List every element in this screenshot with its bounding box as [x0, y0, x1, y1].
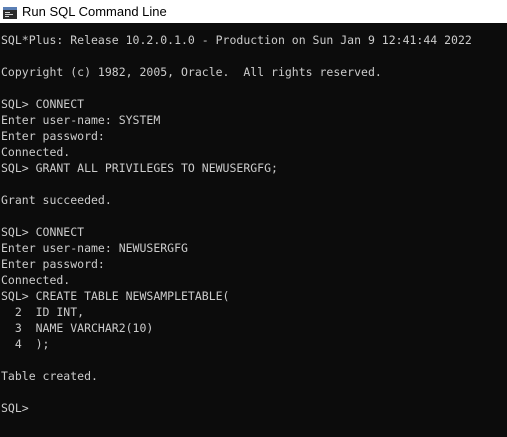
console-line: Enter password:	[1, 257, 105, 271]
title-bar[interactable]: Run SQL Command Line	[0, 0, 507, 23]
console-line: SQL> CONNECT	[1, 225, 85, 239]
console-line: SQL> CONNECT	[1, 97, 85, 111]
console-line: SQL> CREATE TABLE NEWSAMPLETABLE(	[1, 289, 230, 303]
sql-command-line-icon	[3, 6, 17, 19]
console-line: 3 NAME VARCHAR2(10)	[1, 321, 154, 335]
console-line: Connected.	[1, 145, 71, 159]
console-line: Connected.	[1, 273, 71, 287]
console-line: Grant succeeded.	[1, 193, 112, 207]
console-line: Enter user-name: SYSTEM	[1, 113, 161, 127]
console-line: Copyright (c) 1982, 2005, Oracle. All ri…	[1, 65, 382, 79]
sql-command-line-window: Run SQL Command Line SQL*Plus: Release 1…	[0, 0, 507, 437]
console-line: Table created.	[1, 369, 98, 383]
console-line: SQL>	[1, 401, 29, 415]
console-line: Enter password:	[1, 129, 105, 143]
console-line: Enter user-name: NEWUSERGFG	[1, 241, 188, 255]
console-line: 2 ID INT,	[1, 305, 85, 319]
console-output[interactable]: SQL*Plus: Release 10.2.0.1.0 - Productio…	[0, 23, 507, 437]
console-line: 4 );	[1, 337, 50, 351]
console-line: SQL*Plus: Release 10.2.0.1.0 - Productio…	[1, 33, 472, 47]
window-title: Run SQL Command Line	[22, 4, 167, 19]
console-line: SQL> GRANT ALL PRIVILEGES TO NEWUSERGFG;	[1, 161, 278, 175]
